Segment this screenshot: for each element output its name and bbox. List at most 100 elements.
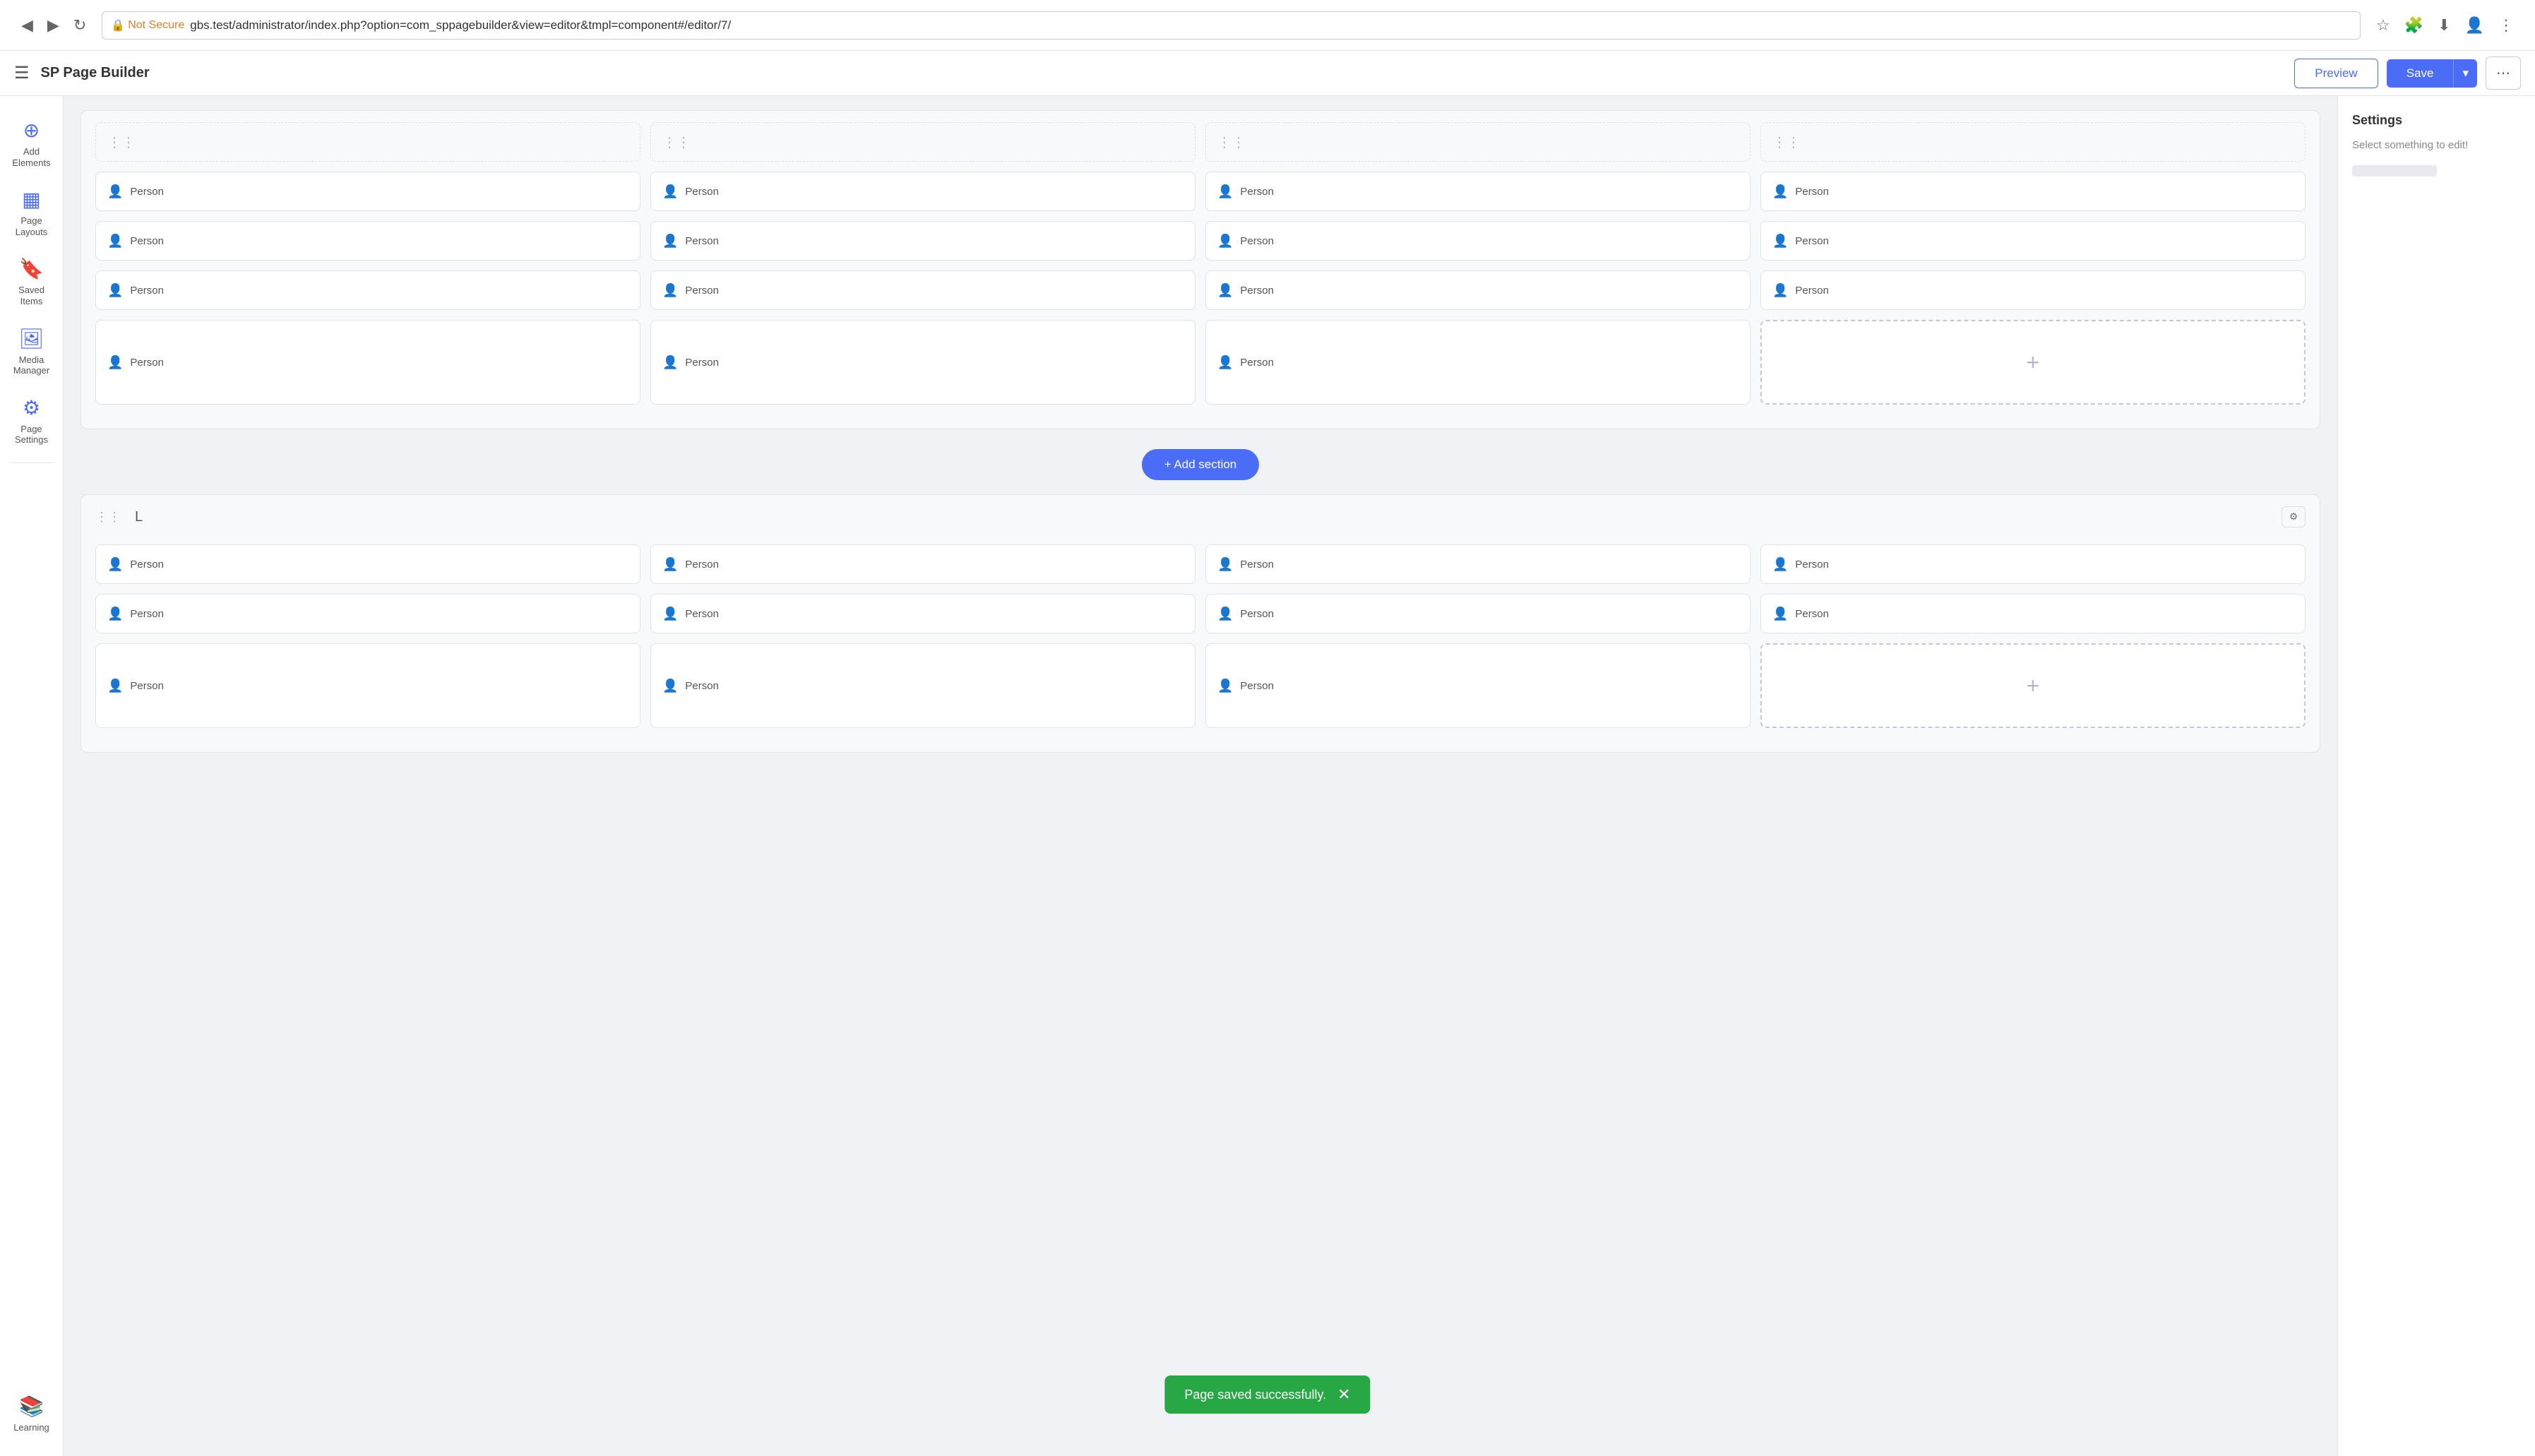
drag-handle-card-4: ⋮⋮	[1760, 122, 2306, 162]
extensions-button[interactable]: 🧩	[2400, 12, 2428, 39]
l-person-card-3-1[interactable]: 👤 Person	[95, 643, 640, 728]
sidebar-item-media-manager[interactable]: 🖼 MediaManager	[4, 318, 60, 385]
person-card-1-3[interactable]: 👤Person	[1205, 172, 1750, 211]
person-label: Person	[130, 285, 164, 297]
drag-icon-2: ⋮⋮	[662, 133, 691, 151]
person-label: Person	[1240, 235, 1274, 247]
preview-button[interactable]: Preview	[2294, 59, 2378, 88]
media-manager-label: MediaManager	[13, 354, 49, 376]
person-icon: 👤	[107, 607, 123, 621]
person-label: Person	[1795, 186, 1829, 198]
sidebar-item-page-settings[interactable]: ⚙ PageSettings	[4, 388, 60, 454]
section-l: ⋮⋮ L ⚙ 👤Person 👤Person 👤Person 👤Person 👤…	[80, 494, 2320, 753]
person-label: Person	[130, 680, 164, 692]
drag-handle-card-3: ⋮⋮	[1205, 122, 1750, 162]
l-person-card-1-3[interactable]: 👤Person	[1205, 544, 1750, 584]
sidebar-item-saved-items[interactable]: 🔖 SavedItems	[4, 249, 60, 315]
forward-button[interactable]: ▶	[43, 12, 64, 39]
section-l-row-1: 👤Person 👤Person 👤Person 👤Person	[95, 544, 2306, 584]
save-button[interactable]: Save	[2387, 59, 2454, 88]
main-content: ⋮⋮ ⋮⋮ ⋮⋮ ⋮⋮ 👤 Person 👤 Person 👤 Person 👤 Per…	[64, 96, 2337, 1456]
browser-more-button[interactable]: ⋮	[2494, 12, 2518, 39]
add-element-cell-l[interactable]: +	[1760, 643, 2306, 728]
section-drag-handle[interactable]: ⋮⋮	[95, 510, 121, 525]
settings-hint: Select something to edit!	[2352, 139, 2521, 151]
sidebar-item-learning[interactable]: 📚 Learning	[4, 1386, 60, 1442]
person-card-2-3[interactable]: 👤Person	[1205, 221, 1750, 261]
page-layouts-label: Page Layouts	[9, 215, 54, 237]
person-label: Person	[1795, 559, 1829, 571]
person-icon: 👤	[107, 355, 123, 370]
download-button[interactable]: ⬇	[2433, 12, 2455, 39]
toast-message: Page saved successfully.	[1184, 1388, 1326, 1402]
section-l-left: ⋮⋮ L	[95, 509, 143, 525]
person-card-3-1[interactable]: 👤Person	[95, 270, 640, 310]
l-person-card-1-1[interactable]: 👤 Person	[95, 544, 640, 584]
person-label: Person	[1240, 559, 1274, 571]
person-card-2-4[interactable]: 👤Person	[1760, 221, 2306, 261]
url-bar[interactable]: 🔒 Not Secure gbs.test/administrator/inde…	[102, 11, 2361, 40]
person-icon: 👤	[107, 679, 123, 693]
person-icon: 👤	[662, 184, 678, 199]
add-section-button[interactable]: + Add section	[1142, 449, 1260, 480]
toast-notification: Page saved successfully. ✕	[1164, 1376, 1370, 1414]
l-person-card-2-3[interactable]: 👤Person	[1205, 594, 1750, 633]
toast-close-button[interactable]: ✕	[1337, 1385, 1350, 1404]
hamburger-button[interactable]: ☰	[14, 63, 30, 83]
more-options-button[interactable]: ⋯	[2486, 56, 2521, 90]
learning-label: Learning	[13, 1422, 49, 1433]
person-card-2-1[interactable]: 👤Person	[95, 221, 640, 261]
person-card-4-1[interactable]: 👤 Person	[95, 320, 640, 405]
person-label: Person	[130, 357, 164, 369]
section-l-settings-button[interactable]: ⚙	[2282, 506, 2306, 527]
person-card-3-2[interactable]: 👤Person	[650, 270, 1195, 310]
person-label: Person	[1795, 235, 1829, 247]
section-top-body: ⋮⋮ ⋮⋮ ⋮⋮ ⋮⋮ 👤Person 👤Person 👤Person 👤Per…	[81, 111, 2320, 429]
person-card-2-2[interactable]: 👤Person	[650, 221, 1195, 261]
person-card-3-3[interactable]: 👤Person	[1205, 270, 1750, 310]
page-layouts-icon: ▦	[22, 188, 40, 211]
header-actions: Preview Save ▾ ⋯	[2294, 56, 2521, 90]
person-icon: 👤	[662, 234, 678, 249]
drag-handle-card-2: ⋮⋮	[650, 122, 1195, 162]
person-label: Person	[685, 559, 719, 571]
person-icon: 👤	[1217, 355, 1233, 370]
plus-icon: +	[2027, 350, 2040, 376]
l-person-card-3-2[interactable]: 👤Person	[650, 643, 1195, 728]
l-person-card-1-2[interactable]: 👤Person	[650, 544, 1195, 584]
refresh-button[interactable]: ↻	[69, 12, 90, 39]
profile-button[interactable]: 👤	[2461, 12, 2488, 39]
l-person-card-1-4[interactable]: 👤Person	[1760, 544, 2306, 584]
saved-items-label: SavedItems	[18, 285, 44, 306]
browser-topbar: ◀ ▶ ↻ 🔒 Not Secure gbs.test/administrato…	[0, 0, 2535, 51]
person-label: Person	[685, 186, 719, 198]
bookmark-button[interactable]: ☆	[2372, 12, 2394, 39]
add-element-cell-top[interactable]: +	[1760, 320, 2306, 405]
l-person-card-2-2[interactable]: 👤Person	[650, 594, 1195, 633]
person-label: Person	[130, 559, 164, 571]
person-card-1-4[interactable]: 👤Person	[1760, 172, 2306, 211]
person-card-3-4[interactable]: 👤Person	[1760, 270, 2306, 310]
person-card-4-2[interactable]: 👤Person	[650, 320, 1195, 405]
person-icon: 👤	[107, 557, 123, 572]
learning-icon: 📚	[19, 1395, 44, 1418]
person-icon: 👤	[1772, 283, 1788, 298]
sidebar-item-page-layouts[interactable]: ▦ Page Layouts	[4, 179, 60, 246]
person-card-1-2[interactable]: 👤 Person	[650, 172, 1195, 211]
person-icon: 👤	[107, 184, 123, 199]
sidebar-item-add-elements[interactable]: ⊕ Add Elements	[4, 110, 60, 177]
add-elements-icon: ⊕	[23, 119, 40, 142]
l-person-card-3-3[interactable]: 👤Person	[1205, 643, 1750, 728]
app-title: SP Page Builder	[41, 65, 2295, 81]
drag-icon-4: ⋮⋮	[1772, 133, 1801, 151]
person-label: Person	[130, 608, 164, 620]
save-dropdown-button[interactable]: ▾	[2453, 59, 2477, 88]
l-person-card-2-1[interactable]: 👤 Person	[95, 594, 640, 633]
section-l-body: 👤Person 👤Person 👤Person 👤Person 👤Person …	[81, 533, 2320, 752]
person-label: Person	[685, 608, 719, 620]
l-person-card-2-4[interactable]: 👤Person	[1760, 594, 2306, 633]
person-label: Person	[1795, 608, 1829, 620]
back-button[interactable]: ◀	[17, 12, 37, 39]
person-card-1-1[interactable]: 👤Person	[95, 172, 640, 211]
person-card-4-3[interactable]: 👤Person	[1205, 320, 1750, 405]
